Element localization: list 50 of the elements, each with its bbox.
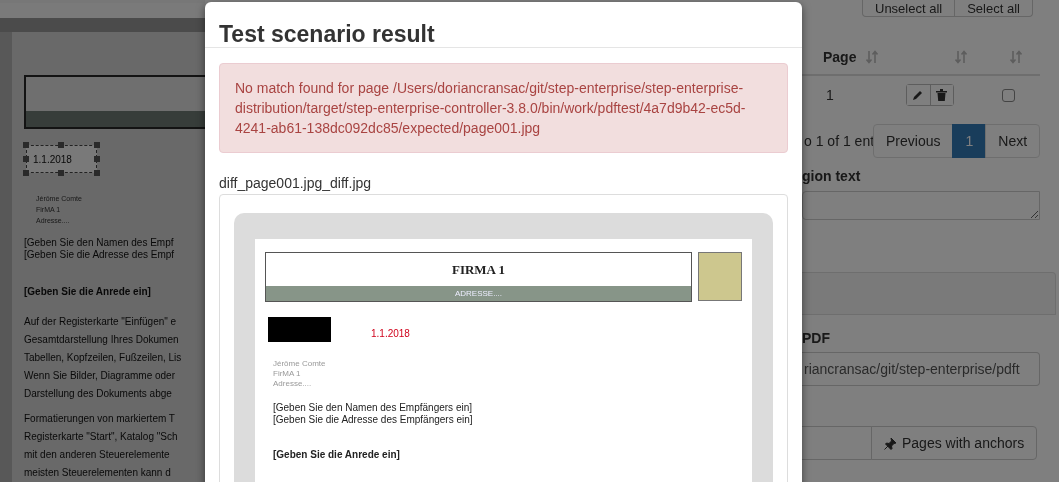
company-name: FIRMA 1 bbox=[450, 260, 507, 279]
date-text: 1.1.2018 bbox=[33, 153, 72, 165]
modal-title: Test scenario result bbox=[219, 21, 436, 47]
recipient-line: [Geben Sie die Adresse des Empf bbox=[24, 249, 176, 261]
pdf-path-field[interactable]: riancransac/git/step-enterprise/pdft bbox=[802, 352, 1041, 386]
pencil-icon bbox=[912, 89, 925, 101]
entries-info: o 1 of 1 ent bbox=[804, 133, 874, 149]
date-text-box[interactable]: 1.1.2018 bbox=[26, 145, 97, 173]
unselect-all-button[interactable]: Unselect all bbox=[862, 0, 956, 17]
column-header[interactable]: Page bbox=[823, 48, 857, 65]
recipient-line: [Geben Sie den Namen des Empf bbox=[24, 237, 175, 249]
paragraph-line: mit den anderen Steuerelemente bbox=[24, 448, 171, 462]
pages-with-anchors-button[interactable]: Pages with anchors bbox=[871, 426, 1038, 460]
paragraph-line: Tabellen, Kopfzeilen, Fußzeilen, Lis bbox=[24, 351, 183, 365]
pagination-button[interactable]: Next bbox=[985, 124, 1041, 158]
redaction-block bbox=[268, 317, 331, 342]
sort-icon[interactable] bbox=[1010, 49, 1023, 64]
field-label: PDF bbox=[802, 330, 831, 346]
pagination-button[interactable]: 1 bbox=[952, 124, 987, 158]
select-all-button[interactable]: Select all bbox=[954, 0, 1033, 17]
paragraph-line: meisten Steuerelementen kann d bbox=[24, 466, 172, 480]
address-bar: ADRESSE.... bbox=[266, 286, 691, 301]
region-text-field[interactable] bbox=[802, 191, 1041, 220]
paragraph-line: Wenn Sie Bilder, Diagramme oder bbox=[24, 369, 176, 383]
pagination-button[interactable]: Previous bbox=[873, 124, 954, 158]
pin-icon bbox=[884, 436, 897, 450]
recipient-line: [Geben Sie den Namen des Empfängers ein] bbox=[273, 402, 473, 414]
table-cell: 1 bbox=[826, 87, 834, 103]
paragraph-line: Darstellung des Dokuments abge bbox=[24, 387, 173, 401]
paragraph-line: Gesamtdarstellung Ihres Dokumen bbox=[24, 333, 180, 347]
delete-button[interactable] bbox=[929, 85, 953, 105]
logo-placeholder bbox=[698, 252, 742, 301]
sender-line: FirMA 1 bbox=[273, 369, 302, 379]
paragraph-line: Formatierungen von markiertem T bbox=[24, 412, 176, 426]
image-label: diff_page001.jpg_diff.jpg bbox=[219, 175, 373, 191]
recipient-line: [Geben Sie die Adresse des Empfängers ein] bbox=[273, 414, 474, 426]
input-field[interactable] bbox=[802, 426, 872, 460]
salutation-text: [Geben Sie die Anrede ein] bbox=[273, 449, 401, 461]
sender-line: Jérôme Comte bbox=[273, 359, 327, 369]
paragraph-line: Auf der Registerkarte "Einfügen" e bbox=[24, 315, 178, 329]
date-text: 1.1.2018 bbox=[371, 328, 410, 339]
row-checkbox[interactable] bbox=[1001, 88, 1015, 102]
field-label: gion text bbox=[802, 168, 862, 184]
sort-icon[interactable] bbox=[955, 49, 968, 64]
salutation-text: [Geben Sie die Anrede ein] bbox=[24, 286, 152, 298]
sender-line: Adresse.... bbox=[273, 379, 313, 389]
paragraph-line: Registerkarte "Start", Katalog "Sch bbox=[24, 430, 179, 444]
trash-icon bbox=[936, 89, 948, 101]
sort-icon[interactable] bbox=[866, 49, 879, 64]
error-alert: No match found for page /Users/doriancransac/git/step-enterprise/step-enterprise-distribution/target/step-enterprise-controller-3.8.0/bin/work/pdftest/4a7d9b42-ec5d-4241-ab61-138dc092dc85/expected/page001.jpg bbox=[219, 63, 788, 153]
